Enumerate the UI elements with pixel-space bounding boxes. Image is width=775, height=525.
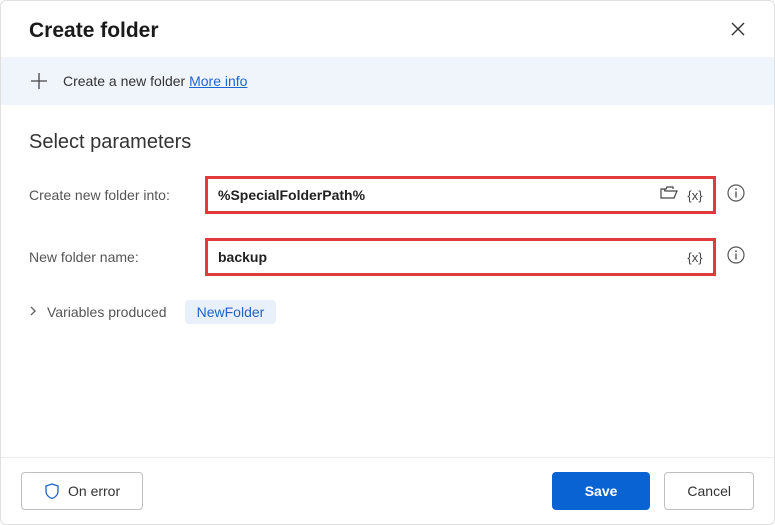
browse-folder-button[interactable]: [659, 185, 679, 205]
close-button[interactable]: [726, 19, 750, 43]
plus-icon: [29, 71, 49, 91]
info-button-folder-into[interactable]: [726, 185, 746, 205]
label-folder-into: Create new folder into:: [29, 187, 193, 203]
cancel-button[interactable]: Cancel: [664, 472, 754, 510]
field-folder-into[interactable]: {x}: [205, 176, 716, 214]
close-icon: [731, 22, 745, 41]
variables-produced-label[interactable]: Variables produced: [47, 304, 167, 320]
field-folder-name[interactable]: {x}: [205, 238, 716, 276]
dialog-title: Create folder: [29, 19, 159, 43]
banner-text: Create a new folder More info: [63, 73, 247, 89]
info-icon: [727, 184, 745, 207]
variable-picker-button-name[interactable]: {x}: [685, 247, 705, 267]
footer-right: Save Cancel: [552, 472, 754, 510]
info-banner: Create a new folder More info: [1, 57, 774, 105]
dialog-header: Create folder: [1, 1, 774, 57]
more-info-link[interactable]: More info: [189, 73, 247, 89]
field-wrap-folder-name: {x}: [205, 238, 746, 276]
folder-open-icon: [660, 186, 678, 205]
info-icon: [727, 246, 745, 269]
chevron-right-icon: [29, 307, 37, 319]
variable-pill-newfolder[interactable]: NewFolder: [185, 300, 277, 324]
input-folder-into[interactable]: [216, 186, 653, 204]
row-folder-into: Create new folder into: {x}: [29, 176, 746, 214]
field-wrap-folder-into: {x}: [205, 176, 746, 214]
row-folder-name: New folder name: {x}: [29, 238, 746, 276]
variables-produced-row: Variables produced NewFolder: [29, 300, 746, 324]
on-error-button[interactable]: On error: [21, 472, 143, 510]
braces-x-icon: {x}: [687, 188, 702, 203]
dialog-footer: On error Save Cancel: [1, 457, 774, 524]
save-button[interactable]: Save: [552, 472, 651, 510]
create-folder-dialog: Create folder Create a new folder More i…: [0, 0, 775, 525]
expand-variables-button[interactable]: [29, 306, 37, 319]
braces-x-icon: {x}: [687, 250, 702, 265]
variable-picker-button[interactable]: {x}: [685, 185, 705, 205]
section-title: Select parameters: [29, 131, 746, 154]
on-error-label: On error: [68, 483, 120, 499]
banner-message: Create a new folder: [63, 73, 189, 89]
input-folder-name[interactable]: [216, 248, 679, 266]
info-button-folder-name[interactable]: [726, 247, 746, 267]
footer-left: On error: [21, 472, 143, 510]
label-folder-name: New folder name:: [29, 249, 193, 265]
shield-icon: [44, 483, 60, 499]
dialog-content: Select parameters Create new folder into…: [1, 105, 774, 457]
